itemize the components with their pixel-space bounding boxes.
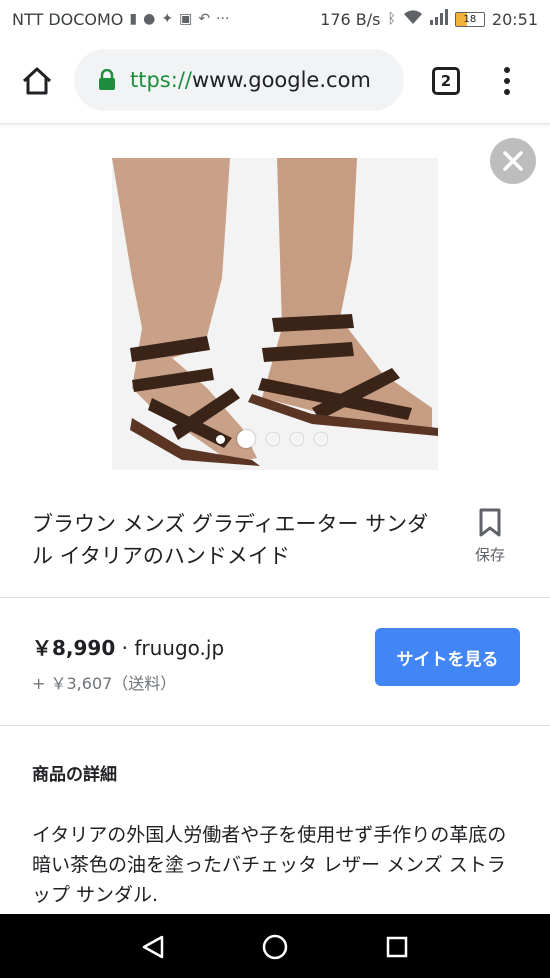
home-button[interactable] <box>18 62 56 100</box>
lock-icon <box>99 69 115 90</box>
back-icon[interactable] <box>140 934 166 960</box>
carousel-dot-active[interactable] <box>237 430 255 448</box>
close-icon <box>503 151 523 171</box>
browser-toolbar: ttps://www.google.com 2 <box>0 38 550 124</box>
bluetooth-icon: ᛒ <box>387 11 396 27</box>
wifi-icon <box>403 9 423 29</box>
recent-apps-icon[interactable] <box>386 936 408 958</box>
url-scheme: ttps:// <box>130 68 192 92</box>
save-button[interactable]: 保存 <box>468 508 512 565</box>
sim-icon: ▮ <box>129 11 138 27</box>
address-bar[interactable]: ttps://www.google.com <box>74 49 404 111</box>
battery-icon: 18 <box>454 11 485 27</box>
details-heading: 商品の詳細 <box>32 765 117 785</box>
product-title-section: ブラウン メンズ グラディエーター サンダル イタリアのハンドメイド 保存 <box>0 490 550 598</box>
url-host: www.google.com <box>191 68 371 92</box>
carousel-dot[interactable] <box>315 433 327 445</box>
twitter-icon: ✦ <box>161 11 174 27</box>
more-icon: ··· <box>216 11 230 27</box>
price: ￥8,990 <box>32 636 116 660</box>
home-nav-icon[interactable] <box>262 934 288 960</box>
overflow-menu-button[interactable] <box>496 63 518 99</box>
home-icon <box>22 67 52 95</box>
carrier-label: NTT DOCOMO <box>12 9 124 29</box>
app-icon: ▣ <box>179 11 193 27</box>
carousel-indicator[interactable] <box>216 430 327 448</box>
tab-switcher-button[interactable]: 2 <box>432 67 460 95</box>
wechat-icon: ● <box>143 11 156 27</box>
clock: 20:51 <box>491 9 538 29</box>
signal-icon <box>429 9 448 29</box>
sandals-photo <box>112 158 438 470</box>
price-separator: · <box>115 636 135 660</box>
product-image[interactable] <box>112 158 438 470</box>
carousel-dot[interactable] <box>216 434 225 444</box>
reply-icon: ↶ <box>198 11 211 27</box>
bookmark-icon <box>479 508 501 537</box>
price-line: ￥8,990 · fruugo.jp <box>32 632 224 661</box>
carousel-dot[interactable] <box>291 433 303 445</box>
visit-site-button[interactable]: サイトを見る <box>375 628 520 686</box>
network-speed: 176 B/s <box>320 9 381 29</box>
status-bar: NTT DOCOMO ▮ ● ✦ ▣ ↶ ··· 176 B/s ᛒ 18 20… <box>0 0 550 38</box>
close-button[interactable] <box>490 138 536 184</box>
save-label: 保存 <box>474 546 505 564</box>
store-name: fruugo.jp <box>134 636 225 660</box>
carousel-dot[interactable] <box>267 433 279 445</box>
product-title: ブラウン メンズ グラディエーター サンダル イタリアのハンドメイド <box>32 512 429 568</box>
details-text: イタリアの外国人労働者や子を使用せず手作りの革底の暗い茶色の油を塗ったバチェッタ… <box>32 824 507 906</box>
system-nav-bar <box>0 914 550 978</box>
price-section: ￥8,990 · fruugo.jp + ￥3,607（送料） サイトを見る <box>0 598 550 726</box>
shipping-cost: + ￥3,607（送料） <box>32 674 177 693</box>
